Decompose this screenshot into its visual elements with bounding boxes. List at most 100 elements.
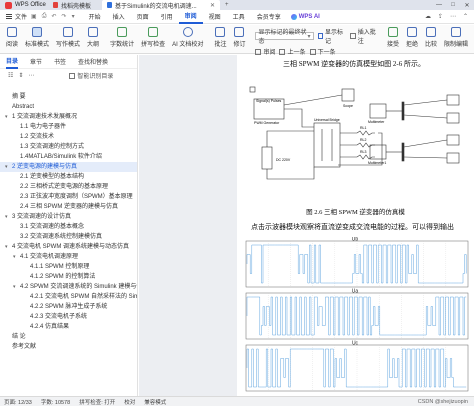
word-count[interactable]: 字数: 10578	[41, 398, 70, 406]
toc-item[interactable]: 3.1 交流调速的基本概念	[0, 222, 137, 232]
wordcount-button[interactable]: 字数统计	[107, 27, 137, 48]
menu-icon[interactable]	[6, 14, 12, 19]
checkbox-label: 智能识别目录	[77, 74, 114, 80]
comment-icon	[215, 27, 226, 37]
share-icon[interactable]: ⇪	[438, 13, 443, 20]
ai-proofread-icon	[182, 27, 193, 37]
maximize-button[interactable]: □	[446, 0, 460, 10]
menu-review[interactable]: 审阅	[178, 10, 203, 24]
toc-item[interactable]: ▾ 4.2 SPWM 交流调速系统的 Simulink 建模与仿真实验	[0, 282, 137, 292]
toc-item[interactable]: 4.2.1 交流电机 SPWM 自然采样法的 Simulink ...	[0, 292, 137, 302]
wps-ai-button[interactable]: WPS AI	[290, 13, 320, 20]
outline-icon	[88, 27, 99, 37]
toc-item[interactable]: 4.2.4 仿真结果	[0, 322, 137, 332]
toc-item[interactable]: 2.1 逆变模型的基本结构	[0, 172, 137, 182]
toc-item[interactable]: 1.2 交流技术	[0, 132, 137, 142]
toc-item[interactable]: ▾ 3 交流调速的设计仿真	[0, 212, 137, 222]
show-markup-button[interactable]: 显示标记	[317, 27, 347, 45]
more-icon[interactable]: ⋯	[450, 13, 456, 20]
toc-item[interactable]: 1.3 交流调速的控制方式	[0, 142, 137, 152]
revision-button[interactable]: 修订	[230, 27, 248, 48]
toc-item[interactable]: 4.2.3 交流电机子系统	[0, 312, 137, 322]
save-icon[interactable]: ▣	[31, 13, 37, 20]
close-tab-icon[interactable]: ✕	[210, 2, 215, 9]
label: 写作模式	[56, 42, 81, 48]
tab-toc[interactable]: 目录	[6, 55, 19, 69]
dropdown-icon[interactable]: ▾	[72, 13, 75, 20]
file-menu[interactable]: 文件	[15, 12, 27, 21]
wps-home-tab[interactable]: WPS Office	[0, 0, 48, 10]
minimize-button[interactable]: —	[432, 0, 446, 10]
menu-page[interactable]: 页面	[131, 10, 155, 24]
ai-icon	[290, 13, 297, 20]
cloud-icon[interactable]: ☁	[425, 13, 431, 20]
toc-item[interactable]: 1.4MATLAB/Simulink 软件介绍	[0, 152, 137, 162]
read-button[interactable]: 阅读	[3, 27, 21, 48]
toc-item[interactable]: ▾ 1 交流调速技术发展概况	[0, 112, 137, 122]
proofread-status[interactable]: 校对	[124, 398, 135, 406]
menu-insert[interactable]: 插入	[107, 10, 131, 24]
toc-item[interactable]: ▾ 2 逆变电源的建模与仿真	[0, 162, 137, 172]
write-mode-button[interactable]: 写作模式	[53, 27, 83, 48]
standard-mode-button[interactable]: 标准模式	[22, 27, 52, 48]
chevron-down-icon[interactable]: ▾	[13, 282, 16, 292]
spellcheck-status[interactable]: 拼写检查: 打开	[79, 398, 115, 406]
toc-item[interactable]: 2.2 三相桥式逆变电源的基本原理	[0, 182, 137, 192]
chevron-down-icon[interactable]: ▾	[5, 112, 8, 122]
tab-find-replace[interactable]: 查找和替换	[78, 55, 108, 69]
menu-start[interactable]: 开始	[83, 10, 107, 24]
document-area[interactable]: 三相 SPWM 逆变器的仿真模型如图 2-6 所示。 Signal(s) Pul…	[139, 55, 474, 396]
tab-template[interactable]: 找稻壳模板	[48, 0, 102, 10]
collapse-icon[interactable]: ⌃	[463, 13, 468, 20]
toc-item[interactable]: 摘 要	[0, 92, 137, 102]
undo-icon[interactable]: ↶	[52, 13, 57, 20]
chevron-down-icon[interactable]: ▾	[5, 162, 8, 172]
toc-item[interactable]: Abstract	[0, 102, 137, 112]
toc-item[interactable]: 参考文献	[0, 342, 137, 352]
toc-item[interactable]: 4.1.2 SPWM 的控制算法	[0, 272, 137, 282]
compare-button[interactable]: 比较	[422, 27, 440, 48]
document-page[interactable]: 三相 SPWM 逆变器的仿真模型如图 2-6 所示。 Signal(s) Pul…	[237, 55, 474, 396]
menu-tools[interactable]: 工具	[227, 10, 251, 24]
reject-button[interactable]: 拒绝	[403, 27, 421, 48]
restrict-edit-button[interactable]: 限制编辑	[441, 27, 471, 48]
menu-member[interactable]: 会员专享	[251, 10, 287, 24]
outline-button[interactable]: 大纲	[84, 27, 102, 48]
smart-toc-checkbox[interactable]: 智能识别目录	[69, 71, 113, 80]
toc-item[interactable]: 4.1.1 SPWM 控制原理	[0, 262, 137, 272]
toc-item[interactable]: 结 论	[0, 332, 137, 342]
redo-icon[interactable]: ↷	[62, 13, 67, 20]
toc-item[interactable]: 4.2.2 SPWM 脉冲生成子系统	[0, 302, 137, 312]
markup-select[interactable]: 显示标记的最终状态 ▾	[255, 30, 314, 45]
page-indicator[interactable]: 页面: 12/33	[4, 398, 32, 406]
chevron-down-icon[interactable]: ▾	[5, 212, 8, 222]
smart-toc-icon[interactable]: ☷	[8, 72, 13, 79]
menu-view[interactable]: 视图	[203, 10, 227, 24]
tab-document[interactable]: 基于Simulink的交流电机调速... ✕	[102, 0, 220, 10]
expand-icon[interactable]: ⇕	[18, 72, 23, 79]
menu-reference[interactable]: 引用	[155, 10, 179, 24]
new-tab-button[interactable]: +	[220, 0, 234, 10]
close-window-button[interactable]: ✕	[460, 0, 474, 10]
rl2-label: RL2	[360, 138, 366, 142]
tab-chapters[interactable]: 章节	[30, 55, 42, 69]
insert-comment-button[interactable]: 插入批注	[350, 27, 379, 45]
toc-item[interactable]: 3.2 交流调速系统控制建模仿真	[0, 232, 137, 242]
tab-bookmarks[interactable]: 书签	[54, 55, 66, 69]
print-icon[interactable]: ⎙	[42, 13, 47, 20]
chevron-down-icon[interactable]: ▾	[13, 252, 16, 262]
toc-item[interactable]: 2.3 正弦波冲宽度调制（SPWM）基本原理	[0, 192, 137, 202]
spellcheck-button[interactable]: 拼写检查	[138, 27, 168, 48]
toc-item[interactable]: 1.1 电力电子器件	[0, 122, 137, 132]
toc-item[interactable]: 2.4 三相 SPWM 逆变器的建模与仿真	[0, 202, 137, 212]
toc-item[interactable]: ▾ 4.1 交流电机调速原理	[0, 252, 137, 262]
toc-item[interactable]: ▾ 4 交流电机 SPWM 调速系统建模与动态仿真	[0, 242, 137, 252]
comment-button[interactable]: 批注	[211, 27, 229, 48]
chevron-down-icon[interactable]: ▾	[5, 242, 8, 252]
scope-label: Scope	[343, 104, 353, 108]
more-icon[interactable]: ⋯	[28, 72, 34, 79]
toc-item-label: 2.2 三相桥式逆变电源的基本原理	[20, 184, 109, 190]
ai-proofread-button[interactable]: AI 文档校对	[169, 27, 206, 48]
toc-item-label: 3 交流调速的设计仿真	[12, 214, 72, 220]
accept-button[interactable]: 接受	[384, 27, 402, 48]
